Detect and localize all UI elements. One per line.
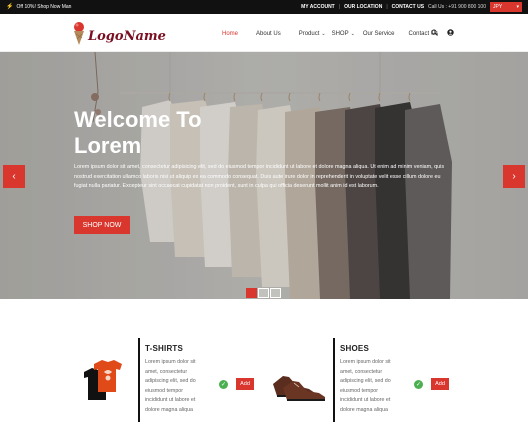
main-nav: Home About Us Product ⌄ SHOP ⌄ Our Service… [222,31,456,37]
currency-select[interactable]: JPY ▾ [490,2,522,12]
logo[interactable]: LogoName [72,20,166,46]
user-icon[interactable] [447,29,454,36]
currency-value: JPY [493,4,503,10]
divider [138,338,140,422]
nav-shop[interactable]: SHOP ⌄ [332,31,355,37]
slider-indicators [246,288,281,298]
nav-product[interactable]: Product ⌄ [299,31,326,37]
shoes-image [273,376,325,401]
next-slide-button[interactable]: › [503,165,525,188]
product-section: T-SHIRTS Lorem ipsum dolor sit amet, con… [0,299,528,424]
top-links: MY ACCOUNT | OUR LOCATION | CONTACT US C… [301,4,486,10]
logo-text: LogoName [88,28,166,44]
add-button[interactable]: Add [236,378,254,390]
chevron-down-icon: ⌄ [350,31,355,37]
chevron-right-icon: › [512,171,516,182]
check-icon: ✓ [414,380,423,389]
divider [333,338,335,422]
hero-slider: Welcome To Lorem Lorem ipsum dolor sit a… [0,52,528,299]
ice-cream-icon [74,22,84,45]
search-icon[interactable] [431,29,438,36]
hero-description: Lorem ipsum dolor sit amet, consectetur … [74,164,445,189]
chevron-down-icon: ▾ [516,4,519,10]
check-icon: ✓ [219,380,228,389]
product-description: Lorem ipsum dolor sit amet, consectetur … [340,359,391,413]
product-description: Lorem ipsum dolor sit amet, consectetur … [145,359,196,413]
lightning-icon: ⚡ [6,3,14,10]
add-button[interactable]: Add [431,378,449,390]
slider-dot-2[interactable] [258,288,269,298]
promo-text: Off 10%! Shop Now Man [16,4,72,10]
our-location-link[interactable]: OUR LOCATION [344,4,382,10]
nav-our-service[interactable]: Our Service [363,31,395,37]
prev-slide-button[interactable]: ‹ [3,165,25,188]
slider-dot-3[interactable] [270,288,281,298]
nav-shop-label: SHOP [331,31,349,37]
product-card: T-SHIRTS Lorem ipsum dolor sit amet, con… [74,338,264,422]
separator: | [338,4,341,10]
product-card: SHOES Lorem ipsum dolor sit amet, consec… [269,338,459,422]
promo-banner[interactable]: ⚡ Off 10%! Shop Now Man [6,3,72,11]
nav-about-us[interactable]: About Us [256,31,281,37]
my-account-link[interactable]: MY ACCOUNT [301,4,335,10]
shop-now-button[interactable]: SHOP NOW [74,216,130,234]
chevron-down-icon: ⌄ [321,31,326,37]
tshirt-image [84,360,122,400]
top-bar: ⚡ Off 10%! Shop Now Man MY ACCOUNT | OUR… [0,0,528,14]
nav-product-label: Product [298,31,320,37]
header-icons [431,29,454,36]
chevron-left-icon: ‹ [12,171,16,182]
site-header: LogoName Home About Us Product ⌄ SHOP ⌄ Ou… [0,14,528,52]
call-us-text: Call Us : +91 900 800 100 [428,4,486,10]
separator: | [386,4,388,10]
hero-title: Welcome To Lorem [74,107,202,158]
contact-us-link[interactable]: CONTACT US [392,4,424,10]
product-name: SHOES [340,344,370,353]
slider-dot-1[interactable] [246,288,257,298]
nav-home[interactable]: Home [222,31,238,37]
product-name: T-SHIRTS [145,344,184,353]
